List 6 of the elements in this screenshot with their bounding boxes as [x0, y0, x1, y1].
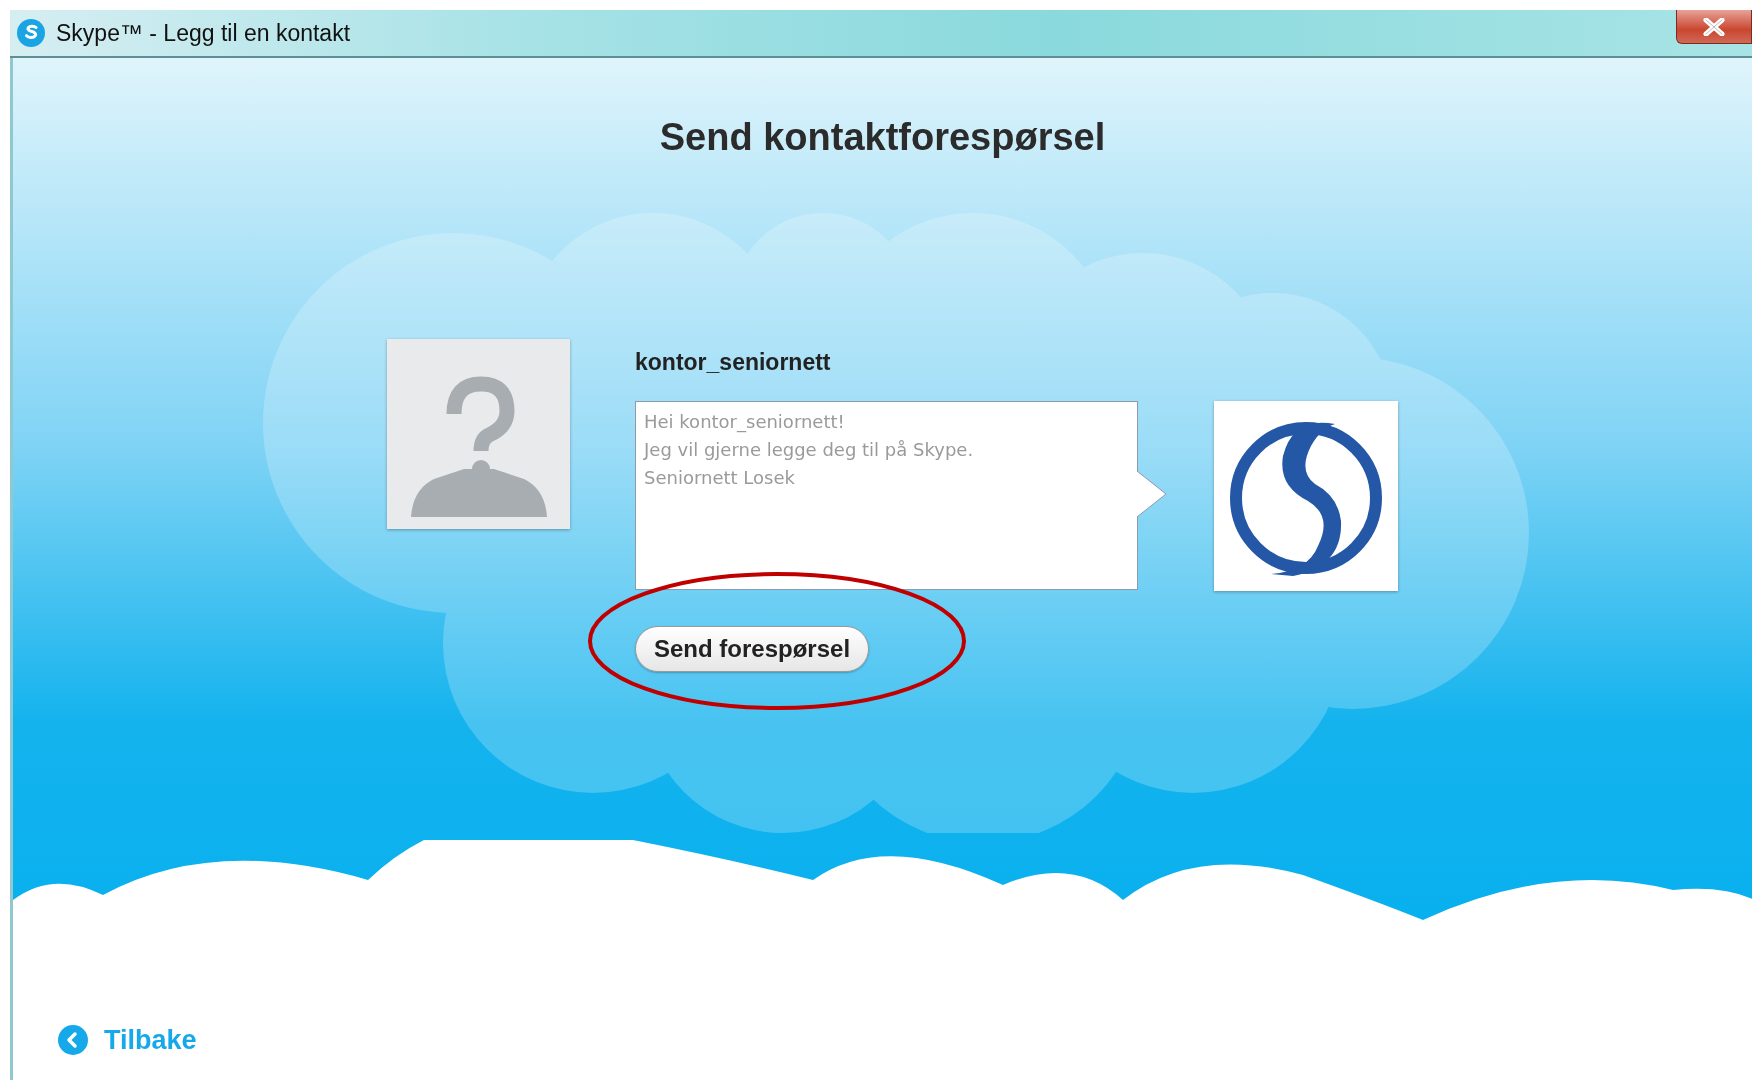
- contact-username: kontor_seniornett: [635, 349, 832, 377]
- send-request-button[interactable]: Send forespørsel: [635, 626, 870, 672]
- message-field[interactable]: Hei kontor_seniornett! Jeg vil gjerne legge deg til på Skype. Seniornett Losek: [635, 401, 1138, 590]
- back-link[interactable]: Tilbake: [58, 1024, 197, 1056]
- dialog-heading: Send kontaktforespørsel: [659, 116, 1106, 159]
- window-title: Skype™ - Legg til en kontakt: [56, 19, 351, 47]
